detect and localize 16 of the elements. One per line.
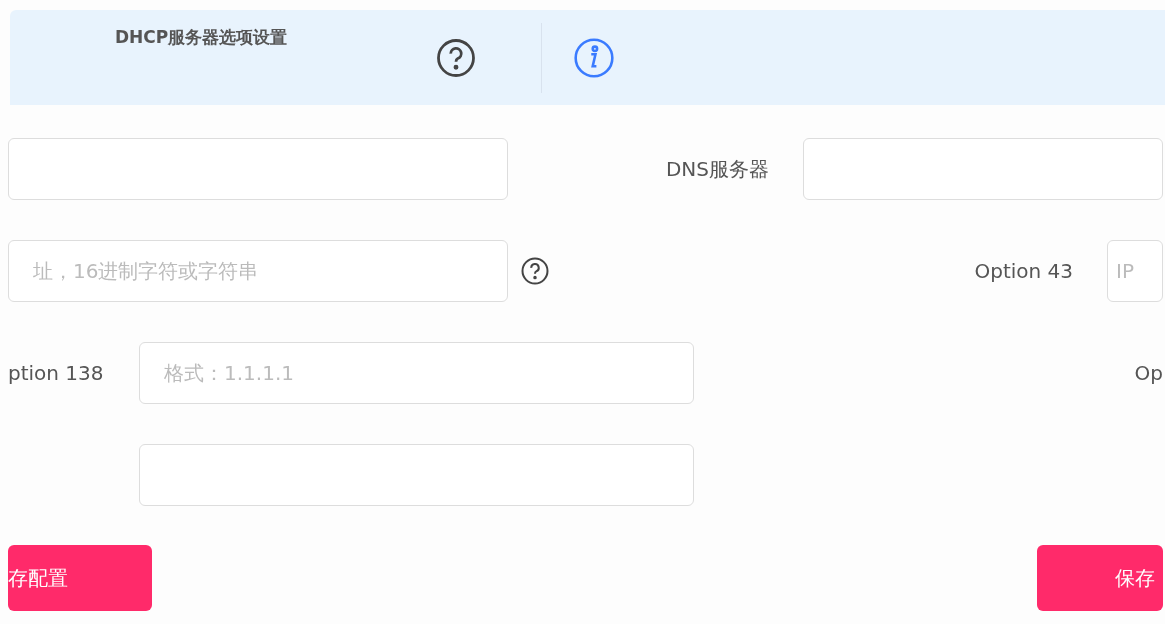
input-field[interactable] — [139, 444, 694, 506]
info-icon — [572, 35, 616, 80]
save-button[interactable]: 保存 — [1037, 545, 1163, 611]
field-label: Option 43 — [974, 259, 1073, 283]
input-field[interactable]: IP — [1107, 240, 1163, 302]
input-field[interactable] — [8, 138, 508, 200]
help-icon[interactable] — [435, 36, 477, 79]
help-icon[interactable] — [520, 256, 550, 286]
field-label: DNS服务器 — [665, 155, 769, 183]
input-field[interactable]: 址，16进制字符或字符串 — [8, 240, 508, 302]
input-field[interactable] — [803, 138, 1163, 200]
save-button[interactable]: 存配置 — [8, 545, 152, 611]
input-field[interactable]: 格式：1.1.1.1 — [139, 342, 694, 404]
section-title: DHCP服务器选项设置 — [115, 26, 289, 49]
option-label: ption 138 — [8, 361, 105, 385]
field-label: Op — [1134, 361, 1163, 385]
